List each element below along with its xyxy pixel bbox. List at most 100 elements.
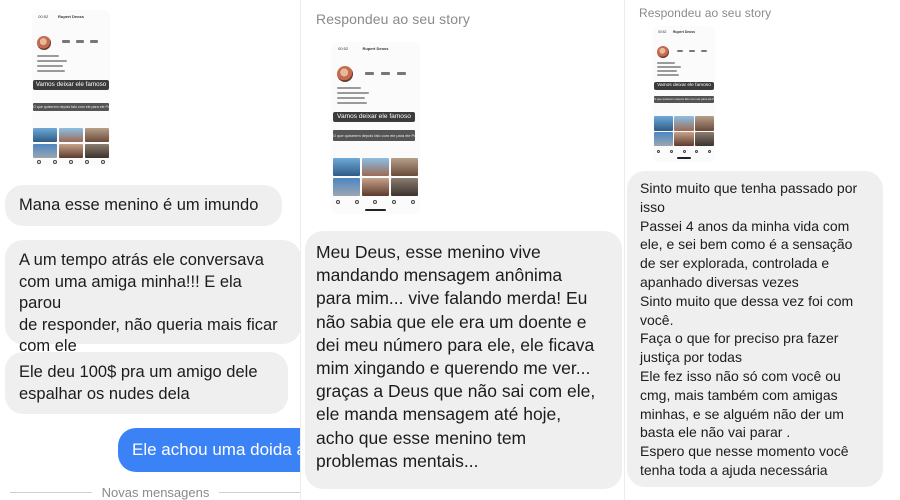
stat-bar [677, 50, 684, 52]
grid-photo [85, 144, 109, 158]
message-line: Sinto muito que dessa vez foi com você. [640, 292, 854, 328]
stat-bar [90, 40, 98, 43]
home-icon [336, 200, 341, 204]
search-icon [52, 160, 57, 164]
bio-line [337, 92, 369, 94]
message-text: Ele deu 100$ pra um amigo dele espalhar … [19, 363, 258, 403]
profile-avatar [657, 46, 669, 58]
story-caption-main: Vamos deixar ele famoso [654, 82, 714, 90]
grid-photo [362, 178, 389, 196]
search-icon [669, 150, 673, 153]
thumbnail-tab-bar [656, 150, 712, 154]
received-message: Sinto muito que tenha passado por isso P… [627, 171, 883, 487]
shop-icon [85, 160, 90, 164]
thumbnail-tab-bar [36, 160, 106, 164]
grid-photo [333, 158, 360, 176]
story-caption-sub: O que quiserem depois falo com ele para … [33, 103, 109, 111]
search-icon [354, 200, 359, 204]
story-caption-main: Vamos deixar ele famoso [33, 80, 109, 90]
thumbnail-tab-bar [336, 200, 415, 204]
stat-bar [397, 72, 406, 75]
message-line: Passei 4 anos da minha vida com ele, e s… [640, 217, 853, 290]
bio-line [657, 74, 679, 76]
profile-icon [101, 160, 106, 164]
reels-icon [68, 160, 73, 164]
message-line: Sinto muito que tenha passado por isso [640, 180, 858, 215]
bio-line [657, 62, 675, 64]
reels-icon [682, 150, 686, 153]
story-caption-sub: O que quiserem depois falo com ele para … [654, 96, 714, 103]
bio-line [37, 55, 59, 57]
chat-panel-middle: Respondeu ao seu story 00:52 Rupert Deos… [301, 0, 625, 500]
stat-bar [381, 72, 390, 75]
profile-avatar [337, 66, 353, 82]
bio-line [337, 87, 361, 89]
story-reply-label: Respondeu ao seu story [316, 11, 470, 27]
bio-line [37, 70, 65, 72]
bio-line [37, 65, 63, 67]
story-thumbnail[interactable]: 00:52 Rupert Deoss Vamos deixar ele famo… [32, 10, 110, 166]
photo-grid [33, 128, 109, 158]
profile-icon [410, 200, 415, 204]
bio-line [337, 102, 367, 104]
grid-photo [362, 158, 389, 176]
bio-line [337, 97, 365, 99]
story-thumbnail[interactable]: 00:52 Rupert Deoss Vamos deixar ele famo… [331, 42, 420, 214]
home-indicator [364, 209, 387, 211]
message-line: Espero que nesse momento você tenha toda… [640, 443, 849, 478]
message-text: Meu Deus, esse menino vive mandando mens… [316, 242, 596, 471]
sent-message: Ele achou uma doida a [118, 428, 301, 472]
story-caption-main: Vamos deixar ele famoso [333, 112, 415, 122]
bio-line [657, 70, 677, 72]
message-line: Faça o que for preciso pra fazer justiça… [640, 330, 839, 366]
thumbnail-profile-name: Rupert Deoss [672, 30, 696, 34]
grid-photo [59, 144, 83, 158]
grid-photo [33, 144, 57, 158]
message-text: A um tempo atrás ele conversava com uma … [19, 251, 278, 355]
grid-photo [85, 128, 109, 142]
photo-grid [654, 116, 714, 146]
bio-line [37, 60, 67, 62]
story-reply-label: Respondeu ao seu story [639, 6, 772, 20]
grid-photo [33, 128, 57, 142]
message-line: Ele fez isso não só com você ou cmg, mai… [640, 367, 844, 441]
new-messages-divider: Novas mensagens [0, 483, 301, 500]
chat-panel-right: Respondeu ao seu story 00:52 Rupert Deos… [625, 0, 900, 500]
grid-photo [694, 131, 714, 146]
grid-photo [59, 128, 83, 142]
grid-photo [391, 178, 418, 196]
grid-photo [391, 158, 418, 176]
received-message: A um tempo atrás ele conversava com uma … [5, 240, 301, 355]
home-indicator [676, 157, 692, 159]
home-icon [656, 150, 660, 153]
grid-photo [333, 178, 360, 196]
received-message: Mana esse menino é um imundo [5, 185, 282, 226]
bio-line [657, 66, 681, 68]
stat-bar [689, 50, 696, 52]
stat-bar [62, 40, 70, 43]
new-messages-label: Novas mensagens [101, 484, 210, 500]
photo-grid [333, 158, 418, 196]
received-message: Ele deu 100$ pra um amigo dele espalhar … [5, 352, 288, 414]
shop-icon [392, 200, 397, 204]
home-icon [36, 160, 41, 164]
stat-bar [365, 72, 374, 75]
chat-panel-left: 00:52 Rupert Deoss Vamos deixar ele famo… [0, 0, 301, 500]
profile-avatar [37, 36, 51, 50]
message-text: Mana esse menino é um imundo [19, 196, 259, 214]
grid-photo [654, 131, 674, 146]
story-caption-sub: O que quiserem depois falo com ele para … [333, 130, 415, 141]
divider-line [219, 491, 301, 493]
grid-photo [694, 116, 714, 131]
grid-photo [654, 116, 674, 131]
stat-bar [701, 50, 708, 52]
grid-photo [674, 131, 694, 146]
profile-icon [708, 150, 712, 153]
shop-icon [695, 150, 699, 153]
reels-icon [373, 200, 378, 204]
grid-photo [674, 116, 694, 131]
received-message: Meu Deus, esse menino vive mandando mens… [305, 231, 622, 489]
thumbnail-profile-name: Rupert Deoss [57, 14, 84, 19]
divider-line [10, 491, 92, 493]
story-thumbnail[interactable]: 00:52 Rupert Deoss Vamos deixar ele famo… [653, 26, 715, 162]
